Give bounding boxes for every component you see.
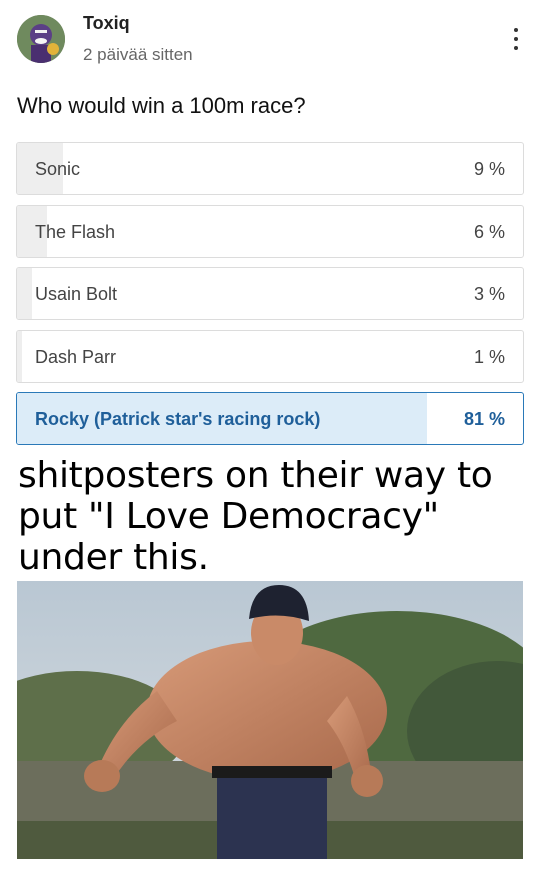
post-timestamp: 2 päivää sitten	[83, 45, 193, 64]
poll-option-label: Dash Parr	[35, 346, 117, 367]
meme-image	[17, 581, 523, 859]
meme-caption: shitposters on their way to put "I Love …	[18, 455, 493, 578]
poll-option-label: Usain Bolt	[35, 284, 118, 304]
poll-option-percent: 3 %	[473, 284, 505, 304]
poll-option-label: Sonic	[35, 159, 81, 179]
poll-options: Sonic 9 % The Flash 6 % Usain Bolt 3 % D…	[16, 142, 524, 455]
post-header: Toxiq 2 päivää sitten	[0, 0, 540, 80]
poll-option-sonic[interactable]: Sonic 9 %	[16, 142, 524, 195]
avatar[interactable]	[17, 15, 65, 63]
poll-option-bar	[17, 268, 33, 319]
poll-option-usain-bolt[interactable]: Usain Bolt 3 %	[16, 267, 524, 320]
more-vert-icon[interactable]	[505, 24, 527, 54]
poll-option-rocky[interactable]: Rocky (Patrick star's racing rock) 81 %	[16, 392, 524, 445]
username[interactable]: Toxiq	[83, 13, 130, 34]
poll-option-label: Rocky (Patrick star's racing rock)	[35, 409, 321, 429]
poll-option-percent: 9 %	[473, 159, 505, 179]
poll-question: Who would win a 100m race?	[17, 93, 306, 118]
poll-option-percent: 81 %	[463, 409, 505, 429]
poll-option-percent: 1 %	[473, 346, 505, 367]
poll-option-the-flash[interactable]: The Flash 6 %	[16, 204, 524, 258]
poll-option-percent: 6 %	[473, 221, 505, 242]
poll-option-dash-parr[interactable]: Dash Parr 1 %	[16, 329, 524, 383]
poll-option-label: The Flash	[35, 221, 116, 242]
poll-option-bar	[17, 330, 23, 382]
